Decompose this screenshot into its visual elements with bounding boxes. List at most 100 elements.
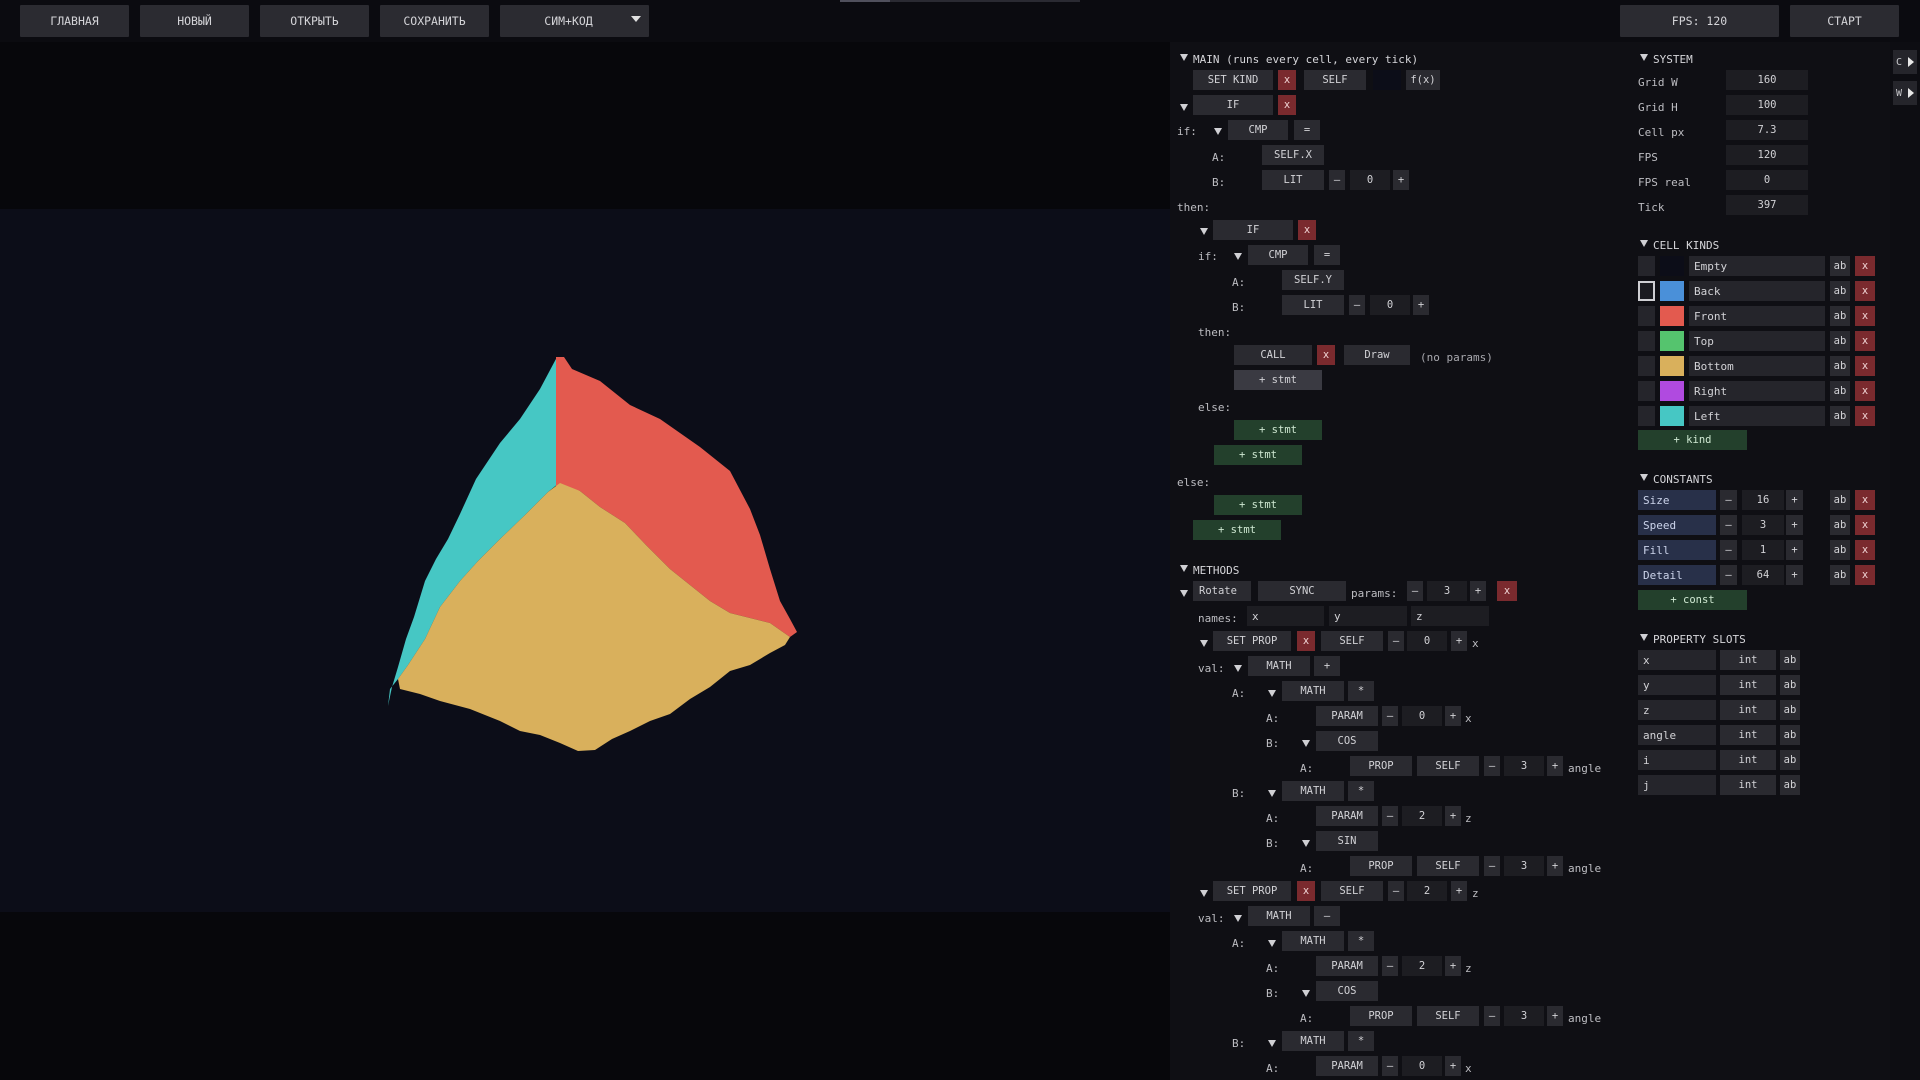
collapse-triangle-icon[interactable] (1268, 790, 1276, 797)
cos-block[interactable]: COS (1316, 731, 1378, 751)
constant-value[interactable]: 64 (1742, 565, 1784, 585)
constant-value[interactable]: 1 (1742, 540, 1784, 560)
kind-name-field[interactable]: Top (1689, 331, 1825, 351)
constant-name-field[interactable]: Fill (1638, 540, 1716, 560)
self-block[interactable]: SELF (1417, 856, 1479, 876)
sin-block[interactable]: SIN (1316, 831, 1378, 851)
rename-ab-button[interactable]: ab (1830, 306, 1850, 326)
delete-button[interactable]: x (1278, 70, 1296, 90)
collapse-triangle-icon[interactable] (1640, 634, 1648, 641)
operator-button[interactable]: = (1314, 245, 1340, 265)
simulation-canvas[interactable] (0, 209, 1170, 912)
open-button[interactable]: ОТКРЫТЬ (260, 5, 369, 37)
collapse-triangle-icon[interactable] (1200, 890, 1208, 897)
constant-value[interactable]: 16 (1742, 490, 1784, 510)
kind-color-swatch[interactable] (1660, 281, 1684, 301)
number-value[interactable]: 3 (1504, 756, 1544, 776)
set-kind-block[interactable]: SET KIND (1193, 70, 1273, 90)
delete-button[interactable]: x (1855, 515, 1875, 535)
delete-button[interactable]: x (1855, 540, 1875, 560)
param-block[interactable]: PARAM (1316, 956, 1378, 976)
increment-button[interactable]: + (1786, 565, 1803, 585)
number-value[interactable]: 0 (1370, 295, 1410, 315)
cmp-block[interactable]: CMP (1248, 245, 1308, 265)
math-block[interactable]: MATH (1282, 681, 1344, 701)
increment-button[interactable]: + (1547, 856, 1563, 876)
collapse-triangle-icon[interactable] (1302, 990, 1310, 997)
operator-button[interactable]: * (1348, 931, 1374, 951)
number-value[interactable]: 3 (1504, 1006, 1544, 1026)
collapse-triangle-icon[interactable] (1180, 565, 1188, 572)
math-block[interactable]: MATH (1282, 781, 1344, 801)
rename-ab-button[interactable]: ab (1830, 565, 1850, 585)
kind-name-field[interactable]: Front (1689, 306, 1825, 326)
decrement-button[interactable]: – (1329, 170, 1345, 190)
kind-name-field[interactable]: Right (1689, 381, 1825, 401)
delete-button[interactable]: x (1297, 881, 1315, 901)
decrement-button[interactable]: – (1484, 856, 1500, 876)
kind-color-swatch[interactable] (1660, 331, 1684, 351)
increment-button[interactable]: + (1547, 1006, 1563, 1026)
cos-block[interactable]: COS (1316, 981, 1378, 1001)
rename-ab-button[interactable]: ab (1780, 700, 1800, 720)
slot-type-select[interactable]: int (1720, 725, 1776, 745)
kind-color-swatch[interactable] (1660, 406, 1684, 426)
self-block[interactable]: SELF (1417, 1006, 1479, 1026)
self-block[interactable]: SELF (1321, 881, 1383, 901)
set-prop-block[interactable]: SET PROP (1213, 631, 1291, 651)
rename-ab-button[interactable]: ab (1830, 381, 1850, 401)
if-block[interactable]: IF (1193, 95, 1273, 115)
delete-button[interactable]: x (1855, 256, 1875, 276)
kind-name-field[interactable]: Left (1689, 406, 1825, 426)
kind-select-checkbox[interactable] (1638, 331, 1655, 351)
kind-color-swatch[interactable] (1660, 256, 1684, 276)
operator-button[interactable]: = (1294, 120, 1320, 140)
increment-button[interactable]: + (1451, 631, 1467, 651)
decrement-button[interactable]: – (1388, 881, 1404, 901)
increment-button[interactable]: + (1547, 756, 1563, 776)
collapse-triangle-icon[interactable] (1302, 840, 1310, 847)
constant-value[interactable]: 3 (1742, 515, 1784, 535)
new-button[interactable]: НОВЫЙ (140, 5, 249, 37)
system-row-value[interactable]: 100 (1726, 95, 1808, 115)
call-block[interactable]: CALL (1234, 345, 1312, 365)
kind-select-checkbox[interactable] (1638, 406, 1655, 426)
delete-button[interactable]: x (1317, 345, 1335, 365)
operand-block[interactable]: SELF.X (1262, 145, 1324, 165)
collapse-triangle-icon[interactable] (1268, 690, 1276, 697)
system-row-value[interactable]: 160 (1726, 70, 1808, 90)
slot-name-field[interactable]: y (1638, 675, 1716, 695)
collapse-triangle-icon[interactable] (1234, 915, 1242, 922)
rename-ab-button[interactable]: ab (1830, 540, 1850, 560)
self-block[interactable]: SELF (1304, 70, 1366, 90)
delete-button[interactable]: x (1855, 381, 1875, 401)
kind-name-field[interactable]: Bottom (1689, 356, 1825, 376)
add-stmt-button[interactable]: + stmt (1193, 520, 1281, 540)
kind-color-swatch[interactable] (1660, 356, 1684, 376)
increment-button[interactable]: + (1413, 295, 1429, 315)
set-prop-block[interactable]: SET PROP (1213, 881, 1291, 901)
add-stmt-button[interactable]: + stmt (1214, 495, 1302, 515)
number-value[interactable]: 2 (1407, 881, 1447, 901)
math-block[interactable]: MATH (1248, 906, 1310, 926)
if-block[interactable]: IF (1213, 220, 1293, 240)
slot-name-field[interactable]: j (1638, 775, 1716, 795)
param-block[interactable]: PARAM (1316, 806, 1378, 826)
fx-button[interactable]: f(x) (1406, 70, 1440, 90)
add-const-button[interactable]: + const (1638, 590, 1747, 610)
add-kind-button[interactable]: + kind (1638, 430, 1747, 450)
cmp-block[interactable]: CMP (1228, 120, 1288, 140)
system-row-value[interactable]: 7.3 (1726, 120, 1808, 140)
kind-select-checkbox[interactable] (1638, 356, 1655, 376)
kind-select-checkbox[interactable] (1638, 256, 1655, 276)
slot-type-select[interactable]: int (1720, 750, 1776, 770)
rename-ab-button[interactable]: ab (1830, 256, 1850, 276)
decrement-button[interactable]: – (1349, 295, 1365, 315)
collapse-c-button[interactable]: C (1893, 50, 1917, 74)
number-value[interactable]: 2 (1402, 956, 1442, 976)
delete-button[interactable]: x (1855, 490, 1875, 510)
collapse-triangle-icon[interactable] (1180, 54, 1188, 61)
self-block[interactable]: SELF (1417, 756, 1479, 776)
operator-button[interactable]: * (1348, 681, 1374, 701)
param-block[interactable]: PARAM (1316, 706, 1378, 726)
